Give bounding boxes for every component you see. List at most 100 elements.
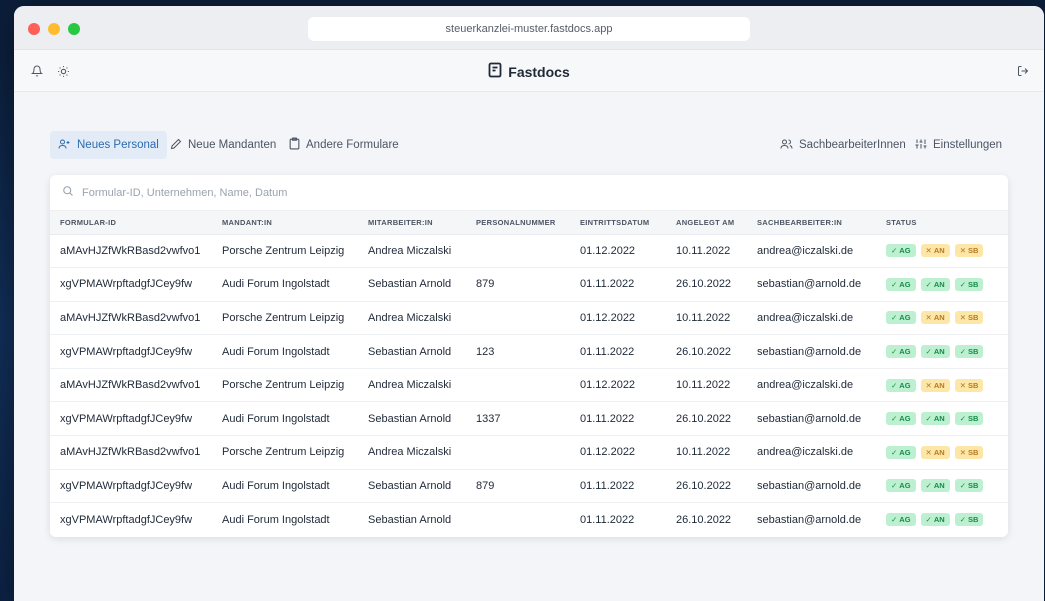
check-icon: ✓ [925, 515, 932, 525]
column-header[interactable]: STATUS [876, 211, 1008, 235]
status-badge-label: SB [967, 279, 979, 289]
table-row[interactable]: aMAvHJZfWkRBasd2vwfvo1 Porsche Zentrum Le… [50, 435, 1008, 470]
status-badge: ✕ SB [954, 378, 984, 392]
table-row[interactable]: xgVPMAWrpftadgfJCey9fw Audi Forum Ingolst… [50, 401, 1008, 437]
cross-icon: ✕ [925, 447, 932, 457]
check-icon: ✓ [925, 279, 932, 289]
sachbearbeiter-cell: sebastian@arnold.de [747, 334, 876, 369]
mandant-cell: Porsche Zentrum Leipzig [212, 368, 358, 403]
status-badge-label: AN [933, 447, 945, 457]
cross-icon: ✕ [959, 246, 966, 256]
search-input[interactable] [82, 186, 582, 199]
table-row[interactable]: aMAvHJZfWkRBasd2vwfvo1 Porsche Zentrum Le… [50, 301, 1008, 336]
status-badge: ✕ SB [954, 445, 984, 459]
close-window-button[interactable] [28, 23, 40, 35]
browser-titlebar: steuerkanzlei-muster.fastdocs.app [14, 6, 1044, 50]
table-row[interactable]: aMAvHJZfWkRBasd2vwfvo1 Porsche Zentrum Le… [50, 234, 1008, 269]
table-row[interactable]: xgVPMAWrpftadgfJCey9fw Audi Forum Ingolst… [50, 503, 1008, 537]
status-cell: ✓ AG ✓ AN ✓ SB [876, 267, 1008, 302]
status-badge-label: AG [899, 347, 911, 357]
status-badge-label: AN [933, 246, 945, 256]
formular-id-cell: aMAvHJZfWkRBasd2vwfvo1 [50, 234, 212, 269]
app-brand[interactable]: Fastdocs [14, 62, 1044, 81]
column-header[interactable]: PERSONALNUMMER [466, 211, 570, 235]
eintrittsdatum-cell: 01.11.2022 [570, 334, 666, 369]
eintrittsdatum-cell: 01.11.2022 [580, 513, 635, 526]
tab-label: Neue Mandanten [188, 139, 277, 151]
mandant-cell: Audi Forum Ingolstadt [212, 267, 358, 302]
eintrittsdatum-cell: 01.11.2022 [570, 401, 666, 437]
column-header[interactable]: ANGELEGT AM [666, 211, 747, 235]
angelegt-am-cell: 26.10.2022 [666, 267, 747, 302]
logout-icon[interactable] [1016, 64, 1030, 78]
mitarbeiter-cell: Andrea Miczalski [358, 301, 466, 336]
check-icon: ✓ [891, 279, 898, 289]
eintrittsdatum-cell: 01.11.2022 [570, 267, 666, 302]
personalnummer-cell: 879 [466, 469, 570, 504]
tab-neues-personal[interactable]: Neues Personal [50, 131, 167, 159]
table-row[interactable]: xgVPMAWrpftadgfJCey9fw Audi Forum Ingolst… [50, 267, 1008, 302]
status-badge: ✓ SB [954, 345, 984, 359]
formular-id-cell: xgVPMAWrpftadgfJCey9fw [50, 469, 212, 504]
status-badge: ✓ AN [920, 479, 950, 493]
status-badge: ✓ SB [954, 513, 984, 527]
angelegt-am-cell: 26.10.2022 [666, 334, 747, 369]
status-badge-label: AG [899, 380, 911, 390]
app-header: Fastdocs [14, 50, 1044, 92]
status-cell: ✓ AG ✕ AN ✕ SB [876, 435, 1008, 470]
table-row[interactable]: xgVPMAWrpftadgfJCey9fw Audi Forum Ingolst… [50, 469, 1008, 504]
column-header[interactable]: FORMULAR-ID [50, 211, 212, 235]
angelegt-am-cell: 10.11.2022 [666, 234, 747, 269]
table-row[interactable]: xgVPMAWrpftadgfJCey9fw Audi Forum Ingolst… [50, 334, 1008, 369]
check-icon: ✓ [891, 380, 898, 390]
main-content: Neues Personal Neue Mandanten Andere For… [14, 92, 1044, 601]
minimize-window-button[interactable] [48, 23, 60, 35]
eintrittsdatum-cell: 01.12.2022 [570, 234, 666, 269]
status-cell: ✓ AG ✕ AN ✕ SB [876, 368, 1008, 403]
status-badge-label: AN [933, 279, 945, 289]
status-badge-label: SB [967, 447, 979, 457]
check-icon: ✓ [959, 481, 966, 491]
tab-neue-mandanten[interactable]: Neue Mandanten [162, 131, 284, 159]
status-badge: ✓ AG [886, 445, 916, 459]
mitarbeiter-cell: Andrea Miczalski [358, 368, 466, 403]
status-badge: ✕ AN [920, 311, 950, 325]
status-badge: ✓ SB [954, 277, 984, 291]
forms-table-card: FORMULAR-ID MANDANT:IN MITARBEITER:IN PE… [50, 175, 1008, 537]
user-plus-icon [58, 138, 71, 153]
formular-id-cell: aMAvHJZfWkRBasd2vwfvo1 [50, 368, 212, 403]
status-badge-label: AN [933, 313, 945, 323]
column-header[interactable]: EINTRITTSDATUM [570, 211, 666, 235]
column-header[interactable]: MANDANT:IN [212, 211, 358, 235]
mandant-cell: Audi Forum Ingolstadt [212, 334, 358, 369]
eintrittsdatum-cell: 01.12.2022 [570, 301, 666, 336]
sachbearbeiter-cell: andrea@iczalski.de [747, 234, 876, 269]
personalnummer-cell [466, 368, 570, 403]
status-badge-label: AN [933, 347, 945, 357]
cross-icon: ✕ [959, 313, 966, 323]
formular-id-cell: xgVPMAWrpftadgfJCey9fw [50, 334, 212, 369]
mandant-cell: Porsche Zentrum Leipzig [212, 234, 358, 269]
tab-andere-formulare[interactable]: Andere Formulare [281, 131, 407, 159]
angelegt-am-cell: 10.11.2022 [666, 435, 747, 470]
status-cell: ✓ AG ✓ AN ✓ SB [876, 334, 1008, 369]
einstellungen-button[interactable]: Einstellungen [907, 131, 1010, 159]
status-badge: ✓ SB [954, 412, 984, 426]
users-icon [780, 138, 793, 153]
table-row[interactable]: aMAvHJZfWkRBasd2vwfvo1 Porsche Zentrum Le… [50, 368, 1008, 403]
sachbearbeiter-button[interactable]: SachbearbeiterInnen [772, 131, 914, 159]
status-badge-label: AG [899, 279, 911, 289]
status-badge: ✓ AG [886, 479, 916, 493]
status-badge-label: AG [899, 481, 911, 491]
pencil-icon [170, 138, 182, 153]
cross-icon: ✕ [925, 380, 932, 390]
address-bar[interactable]: steuerkanzlei-muster.fastdocs.app [308, 17, 750, 41]
status-badge-label: AG [899, 447, 911, 457]
action-label: Einstellungen [933, 139, 1003, 151]
column-header[interactable]: MITARBEITER:IN [358, 211, 466, 235]
column-header[interactable]: SACHBEARBEITER:IN [747, 211, 876, 235]
status-cell: ✓ AG ✓ AN ✓ SB [876, 401, 1008, 437]
sachbearbeiter-cell: sebastian@arnold.de [747, 469, 876, 504]
maximize-window-button[interactable] [68, 23, 80, 35]
mitarbeiter-cell: Sebastian Arnold [358, 267, 466, 302]
